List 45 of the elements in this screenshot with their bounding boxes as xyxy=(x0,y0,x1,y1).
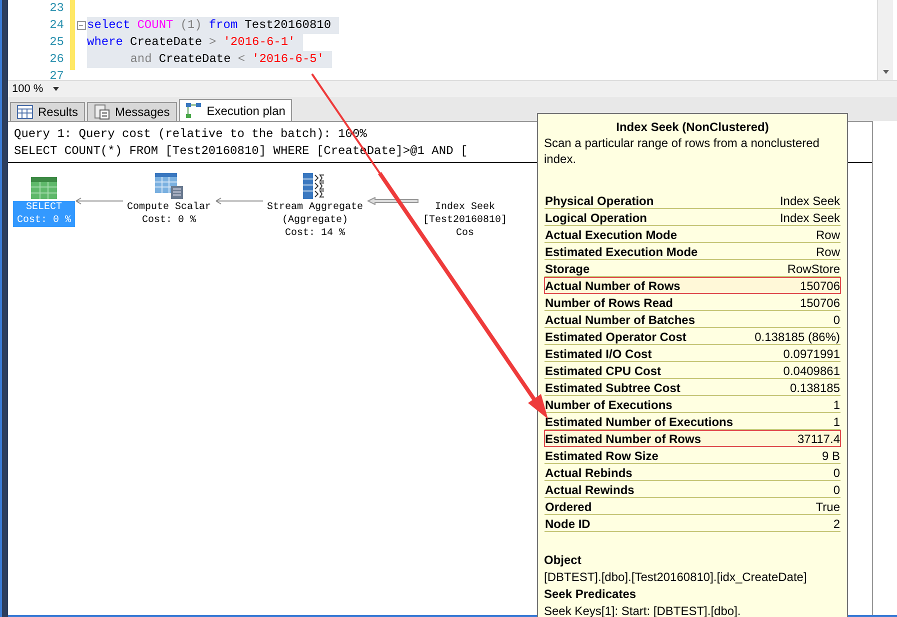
plan-node-label[interactable]: Compute Scalar Cost: 0 % xyxy=(123,201,216,227)
plan-icon xyxy=(186,102,202,118)
caret-icon xyxy=(53,87,60,91)
line-number: 23 xyxy=(50,0,64,17)
collapse-toggle[interactable]: − xyxy=(76,21,86,30)
property-row: Actual Number of Rows 150706 xyxy=(544,277,841,294)
plan-node-label[interactable]: Index Seek [Test20160810] Cos xyxy=(419,201,512,240)
line-number: 24 xyxy=(50,17,64,34)
property-row: Estimated I/O Cost 0.0971991 xyxy=(544,345,841,362)
property-row: Actual Rewinds 0 xyxy=(544,481,841,498)
zoom-dropdown[interactable]: 100 % xyxy=(8,80,64,98)
line-number: 25 xyxy=(50,34,64,51)
property-row: Number of Rows Read 150706 xyxy=(544,294,841,311)
plan-node-label[interactable]: Stream Aggregate (Aggregate) Cost: 14 % xyxy=(263,201,368,240)
table-calculator-icon xyxy=(155,173,184,199)
property-row: Ordered True xyxy=(544,498,841,515)
section-heading: Seek Predicates xyxy=(544,586,636,603)
property-row: Estimated Subtree Cost 0.138185 xyxy=(544,379,841,396)
property-row: Estimated Execution Mode Row xyxy=(544,243,841,260)
result-tab[interactable]: Messages xyxy=(87,102,177,121)
section-text: [DBTEST].[dbo].[Test20160810].[idx_CreateDate] xyxy=(544,569,807,586)
flow-arrow xyxy=(75,197,124,205)
property-row: Estimated CPU Cost 0.0409861 xyxy=(544,362,841,379)
flow-arrow xyxy=(215,197,264,205)
tooltip-title: Index Seek (NonClustered) xyxy=(615,119,770,135)
grid-icon xyxy=(17,105,33,119)
property-row: Actual Rebinds 0 xyxy=(544,464,841,481)
property-row: Number of Executions 1 xyxy=(544,396,841,413)
line-number: 26 xyxy=(50,51,64,68)
flow-arrow xyxy=(367,197,420,205)
property-row: Logical Operation Index Seek xyxy=(544,209,841,226)
property-row: Estimated Operator Cost 0.138185 (86%) xyxy=(544,328,841,345)
property-row: Estimated Row Size 9 B xyxy=(544,447,841,464)
line-number: 27 xyxy=(50,68,64,80)
property-row: Actual Execution Mode Row xyxy=(544,226,841,243)
property-row: Estimated Number of Rows 37117.4 xyxy=(544,430,841,447)
result-tab[interactable]: Results xyxy=(10,102,86,121)
result-tab[interactable]: Execution plan xyxy=(178,99,292,121)
tooltip-description: Scan a particular range of rows from a nonclustered index. xyxy=(544,135,820,167)
property-row: Node ID 2 xyxy=(544,515,841,532)
table-icon xyxy=(31,177,57,199)
vertical-scrollbar[interactable] xyxy=(877,0,893,80)
section-heading: Object xyxy=(544,552,582,569)
property-row: Actual Number of Batches 0 xyxy=(544,311,841,328)
property-row: Physical Operation Index Seek xyxy=(544,192,841,209)
